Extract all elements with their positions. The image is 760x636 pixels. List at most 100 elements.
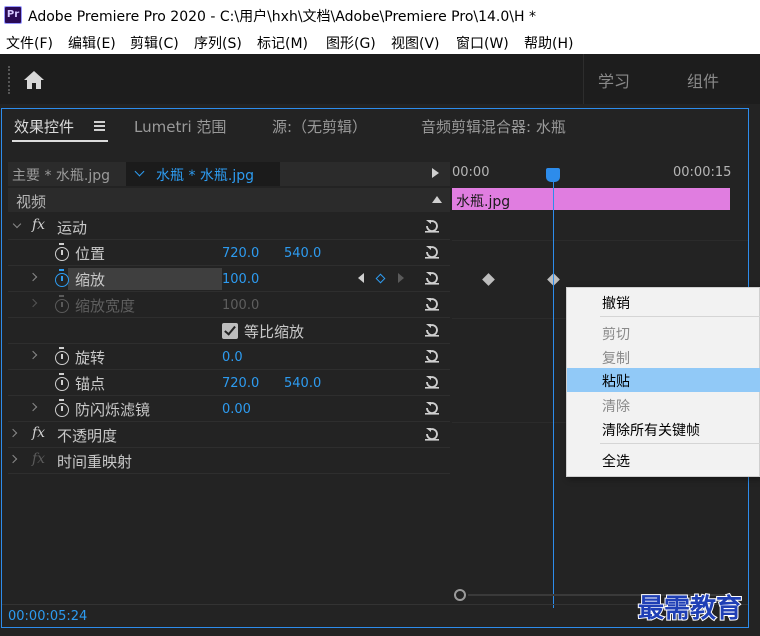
effect-row-motion[interactable]: fx 运动 xyxy=(8,214,450,240)
menu-separator xyxy=(600,443,760,444)
reset-icon[interactable] xyxy=(424,296,440,312)
anti-flicker-value[interactable]: 0.00 xyxy=(222,402,251,417)
menu-item-select-all[interactable]: 全选 xyxy=(567,448,760,472)
anchor-x-value[interactable]: 720.0 xyxy=(222,376,259,391)
chevron-right-icon[interactable] xyxy=(8,454,18,464)
scale-value[interactable]: 100.0 xyxy=(222,272,259,287)
stopwatch-icon xyxy=(55,295,69,313)
chevron-right-icon[interactable] xyxy=(28,272,38,282)
menu-item-clear-all-keyframes[interactable]: 清除所有关键帧 xyxy=(567,417,760,441)
rotation-value[interactable]: 0.0 xyxy=(222,350,243,365)
motion-label: 运动 xyxy=(57,219,88,237)
menu-clip[interactable]: 剪辑(C) xyxy=(130,33,179,53)
menu-item-copy[interactable]: 复制 xyxy=(567,345,760,369)
reset-icon[interactable] xyxy=(424,400,440,416)
menu-bar: 文件(F) 编辑(E) 剪辑(C) 序列(S) 标记(M) 图形(G) 视图(V… xyxy=(0,30,760,54)
position-label: 位置 xyxy=(75,245,106,263)
uniform-scale-checkbox[interactable] xyxy=(222,323,238,339)
fx-icon: fx xyxy=(32,217,46,233)
stopwatch-icon[interactable] xyxy=(55,399,69,417)
reset-icon[interactable] xyxy=(424,348,440,364)
workspace-bar xyxy=(0,54,760,104)
tab-source[interactable]: 源:（无剪辑） xyxy=(272,116,367,137)
position-x-value[interactable]: 720.0 xyxy=(222,246,259,261)
time-remap-label: 时间重映射 xyxy=(57,453,133,471)
property-row-scale-width: 缩放宽度 100.0 xyxy=(8,292,450,318)
effect-row-opacity[interactable]: fx 不透明度 xyxy=(8,422,450,448)
selected-clip-label[interactable]: 水瓶 * 水瓶.jpg xyxy=(156,165,254,185)
chevron-right-icon[interactable] xyxy=(28,350,38,360)
footer-divider xyxy=(2,604,748,605)
active-tab-underline xyxy=(12,140,108,142)
chevron-right-icon[interactable] xyxy=(28,402,38,412)
stopwatch-active-icon[interactable] xyxy=(55,269,69,287)
previous-keyframe-icon[interactable] xyxy=(358,273,364,283)
reset-icon[interactable] xyxy=(424,426,440,442)
tab-audio-clip-mixer[interactable]: 音频剪辑混合器: 水瓶 xyxy=(421,116,566,137)
uniform-scale-label: 等比缩放 xyxy=(244,323,305,341)
workspace-divider xyxy=(583,54,584,104)
scale-width-value: 100.0 xyxy=(222,298,260,313)
reset-icon[interactable] xyxy=(424,322,440,338)
reset-icon[interactable] xyxy=(424,374,440,390)
show-timeline-icon[interactable] xyxy=(432,168,439,178)
chevron-down-icon[interactable] xyxy=(12,219,22,229)
playhead-line xyxy=(553,180,554,608)
menu-edit[interactable]: 编辑(E) xyxy=(68,33,116,53)
drag-grip[interactable] xyxy=(8,66,10,94)
menu-item-cut[interactable]: 剪切 xyxy=(567,321,760,345)
menu-item-paste[interactable]: 粘贴 xyxy=(567,368,760,392)
current-timecode[interactable]: 00:00:05:24 xyxy=(8,609,87,624)
fx-icon: fx xyxy=(32,425,46,441)
anti-flicker-label: 防闪烁滤镜 xyxy=(75,401,151,419)
workspace-tab-assembly[interactable]: 组件 xyxy=(687,68,719,92)
opacity-label: 不透明度 xyxy=(57,427,118,445)
rotation-label: 旋转 xyxy=(75,349,106,367)
scale-label: 缩放 xyxy=(75,271,106,289)
menu-item-undo[interactable]: 撤销 xyxy=(567,290,760,314)
workspace-tab-learn[interactable]: 学习 xyxy=(598,68,630,92)
timeline-clip-label: 水瓶.jpg xyxy=(456,194,511,210)
chevron-right-icon xyxy=(28,298,38,308)
home-icon[interactable] xyxy=(22,68,46,92)
panel-menu-icon[interactable] xyxy=(94,121,105,131)
playhead-handle[interactable] xyxy=(546,168,560,182)
menu-graphics[interactable]: 图形(G) xyxy=(326,33,376,53)
menu-marker[interactable]: 标记(M) xyxy=(257,33,308,53)
timeline-start-time: 00:00 xyxy=(452,165,490,180)
stopwatch-icon[interactable] xyxy=(55,373,69,391)
property-row-position[interactable]: 位置 720.0 540.0 xyxy=(8,240,450,266)
menu-file[interactable]: 文件(F) xyxy=(6,33,53,53)
tab-lumetri-scopes[interactable]: Lumetri 范围 xyxy=(134,116,226,137)
scale-width-label: 缩放宽度 xyxy=(75,297,136,315)
property-row-anti-flicker[interactable]: 防闪烁滤镜 0.00 xyxy=(8,396,450,422)
master-clip-label[interactable]: 主要 * 水瓶.jpg xyxy=(12,165,110,185)
menu-item-clear[interactable]: 清除 xyxy=(567,393,760,417)
property-row-rotation[interactable]: 旋转 0.0 xyxy=(8,344,450,370)
reset-icon[interactable] xyxy=(424,270,440,286)
effect-row-time-remapping[interactable]: fx 时间重映射 xyxy=(8,448,450,474)
next-keyframe-icon[interactable] xyxy=(398,273,404,283)
window-title: Adobe Premiere Pro 2020 - C:\用户\hxh\文档\A… xyxy=(28,9,536,25)
menu-sequence[interactable]: 序列(S) xyxy=(194,33,242,53)
anchor-y-value[interactable]: 540.0 xyxy=(284,376,321,391)
watermark-logo: 最需教育 xyxy=(637,593,743,625)
video-section-header xyxy=(8,188,450,212)
stopwatch-icon[interactable] xyxy=(55,347,69,365)
property-row-anchor-point[interactable]: 锚点 720.0 540.0 xyxy=(8,370,450,396)
menu-window[interactable]: 窗口(W) xyxy=(456,33,509,53)
timeline-end-time: 00:00:15 xyxy=(673,165,732,180)
reset-icon[interactable] xyxy=(424,244,440,260)
menu-view[interactable]: 视图(V) xyxy=(391,33,440,53)
menu-separator xyxy=(600,316,760,317)
timeline-zoom-handle[interactable] xyxy=(454,589,466,601)
stopwatch-icon[interactable] xyxy=(55,243,69,261)
video-section-label: 视频 xyxy=(16,193,47,211)
fx-icon: fx xyxy=(32,451,46,467)
reset-icon[interactable] xyxy=(424,218,440,234)
collapse-up-icon[interactable] xyxy=(432,196,442,203)
tab-effect-controls[interactable]: 效果控件 xyxy=(14,116,74,137)
chevron-right-icon[interactable] xyxy=(8,428,18,438)
menu-help[interactable]: 帮助(H) xyxy=(524,33,573,53)
position-y-value[interactable]: 540.0 xyxy=(284,246,321,261)
